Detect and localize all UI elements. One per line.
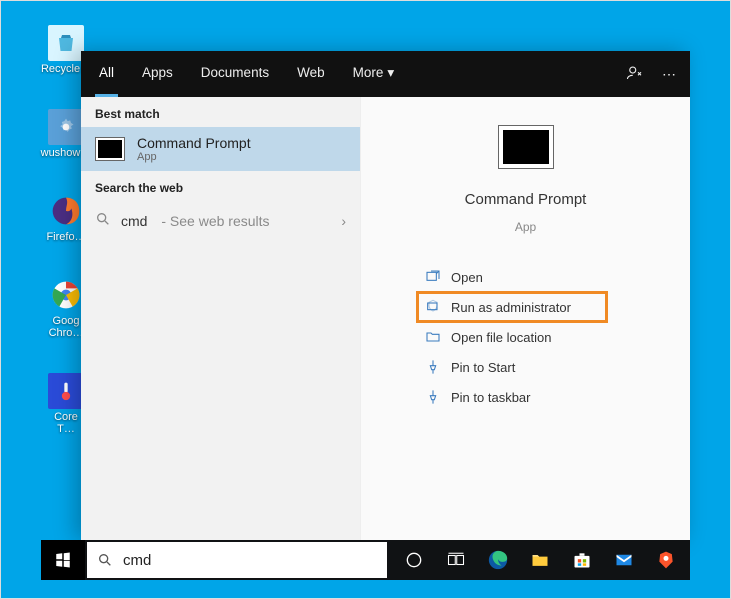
- chrome-icon: [50, 279, 82, 311]
- action-label: Open: [451, 270, 483, 285]
- taskbar-cortana[interactable]: [393, 540, 435, 580]
- shield-icon: [425, 299, 441, 315]
- result-kind: App: [137, 151, 251, 163]
- edge-icon: [487, 549, 509, 571]
- preview-title: Command Prompt: [465, 191, 587, 208]
- folder-icon: [529, 550, 551, 570]
- taskbar-brave[interactable]: [645, 540, 687, 580]
- more-icon[interactable]: ⋯: [662, 66, 676, 83]
- preview-kind: App: [515, 220, 536, 234]
- folder-icon: [425, 329, 441, 345]
- thermometer-icon: [56, 378, 76, 404]
- mail-icon: [612, 551, 636, 569]
- taskbar-edge[interactable]: [477, 540, 519, 580]
- start-button[interactable]: [41, 540, 85, 580]
- action-label: Open file location: [451, 330, 551, 345]
- action-pin-to-start[interactable]: Pin to Start: [417, 352, 690, 382]
- preview-panel: Command Prompt App Open Run as administr…: [361, 97, 690, 540]
- cmd-icon: [95, 137, 125, 161]
- chevron-right-icon: ›: [341, 213, 346, 229]
- result-title: Command Prompt: [137, 135, 251, 151]
- feedback-icon[interactable]: [626, 64, 644, 85]
- desktop-icon-label: Firefo…: [46, 231, 85, 243]
- gear-icon: [56, 117, 76, 137]
- action-label: Pin to taskbar: [451, 390, 531, 405]
- tab-more-label: More: [353, 65, 384, 80]
- pin-icon: [425, 359, 441, 375]
- action-label: Run as administrator: [451, 300, 571, 315]
- firefox-icon: [50, 195, 82, 227]
- action-pin-to-taskbar[interactable]: Pin to taskbar: [417, 382, 690, 412]
- brave-icon: [656, 549, 676, 571]
- action-list: Open Run as administrator Open file loca…: [417, 262, 690, 412]
- taskbar-file-explorer[interactable]: [519, 540, 561, 580]
- recycle-bin-icon: [54, 31, 78, 55]
- web-result-cmd[interactable]: cmd - See web results ›: [81, 201, 360, 240]
- task-view-icon: [445, 551, 467, 569]
- search-input[interactable]: [123, 552, 377, 569]
- tab-documents[interactable]: Documents: [197, 51, 273, 97]
- action-run-as-administrator[interactable]: Run as administrator: [417, 292, 607, 322]
- pin-icon: [425, 389, 441, 405]
- results-panel: Best match Command Prompt App Search the…: [81, 97, 361, 540]
- open-icon: [425, 269, 441, 285]
- search-web-header: Search the web: [81, 171, 360, 201]
- result-command-prompt[interactable]: Command Prompt App: [81, 127, 360, 171]
- chevron-down-icon: ▾: [387, 65, 394, 81]
- desktop: Recycle… wushow… Firefo… Goog Chro… Core…: [0, 0, 731, 599]
- start-search-flyout: All Apps Documents Web More ▾ ⋯ Best mat…: [81, 51, 690, 540]
- best-match-header: Best match: [81, 97, 360, 127]
- search-icon: [97, 552, 113, 568]
- action-open[interactable]: Open: [417, 262, 690, 292]
- web-result-hint: - See web results: [157, 213, 269, 229]
- action-open-file-location[interactable]: Open file location: [417, 322, 690, 352]
- store-icon: [572, 550, 592, 570]
- windows-icon: [54, 551, 72, 569]
- taskbar-search[interactable]: [87, 542, 387, 578]
- tab-apps[interactable]: Apps: [138, 51, 177, 97]
- taskbar-store[interactable]: [561, 540, 603, 580]
- tab-web[interactable]: Web: [293, 51, 329, 97]
- tab-all[interactable]: All: [95, 51, 118, 97]
- taskbar-task-view[interactable]: [435, 540, 477, 580]
- circle-icon: [404, 550, 424, 570]
- action-label: Pin to Start: [451, 360, 515, 375]
- tab-more[interactable]: More ▾: [349, 51, 399, 97]
- cmd-icon: [498, 125, 554, 169]
- web-result-query: cmd: [121, 213, 147, 229]
- search-icon: [95, 211, 111, 230]
- taskbar: [41, 540, 690, 580]
- search-scope-tabs: All Apps Documents Web More ▾ ⋯: [81, 51, 690, 97]
- taskbar-mail[interactable]: [603, 540, 645, 580]
